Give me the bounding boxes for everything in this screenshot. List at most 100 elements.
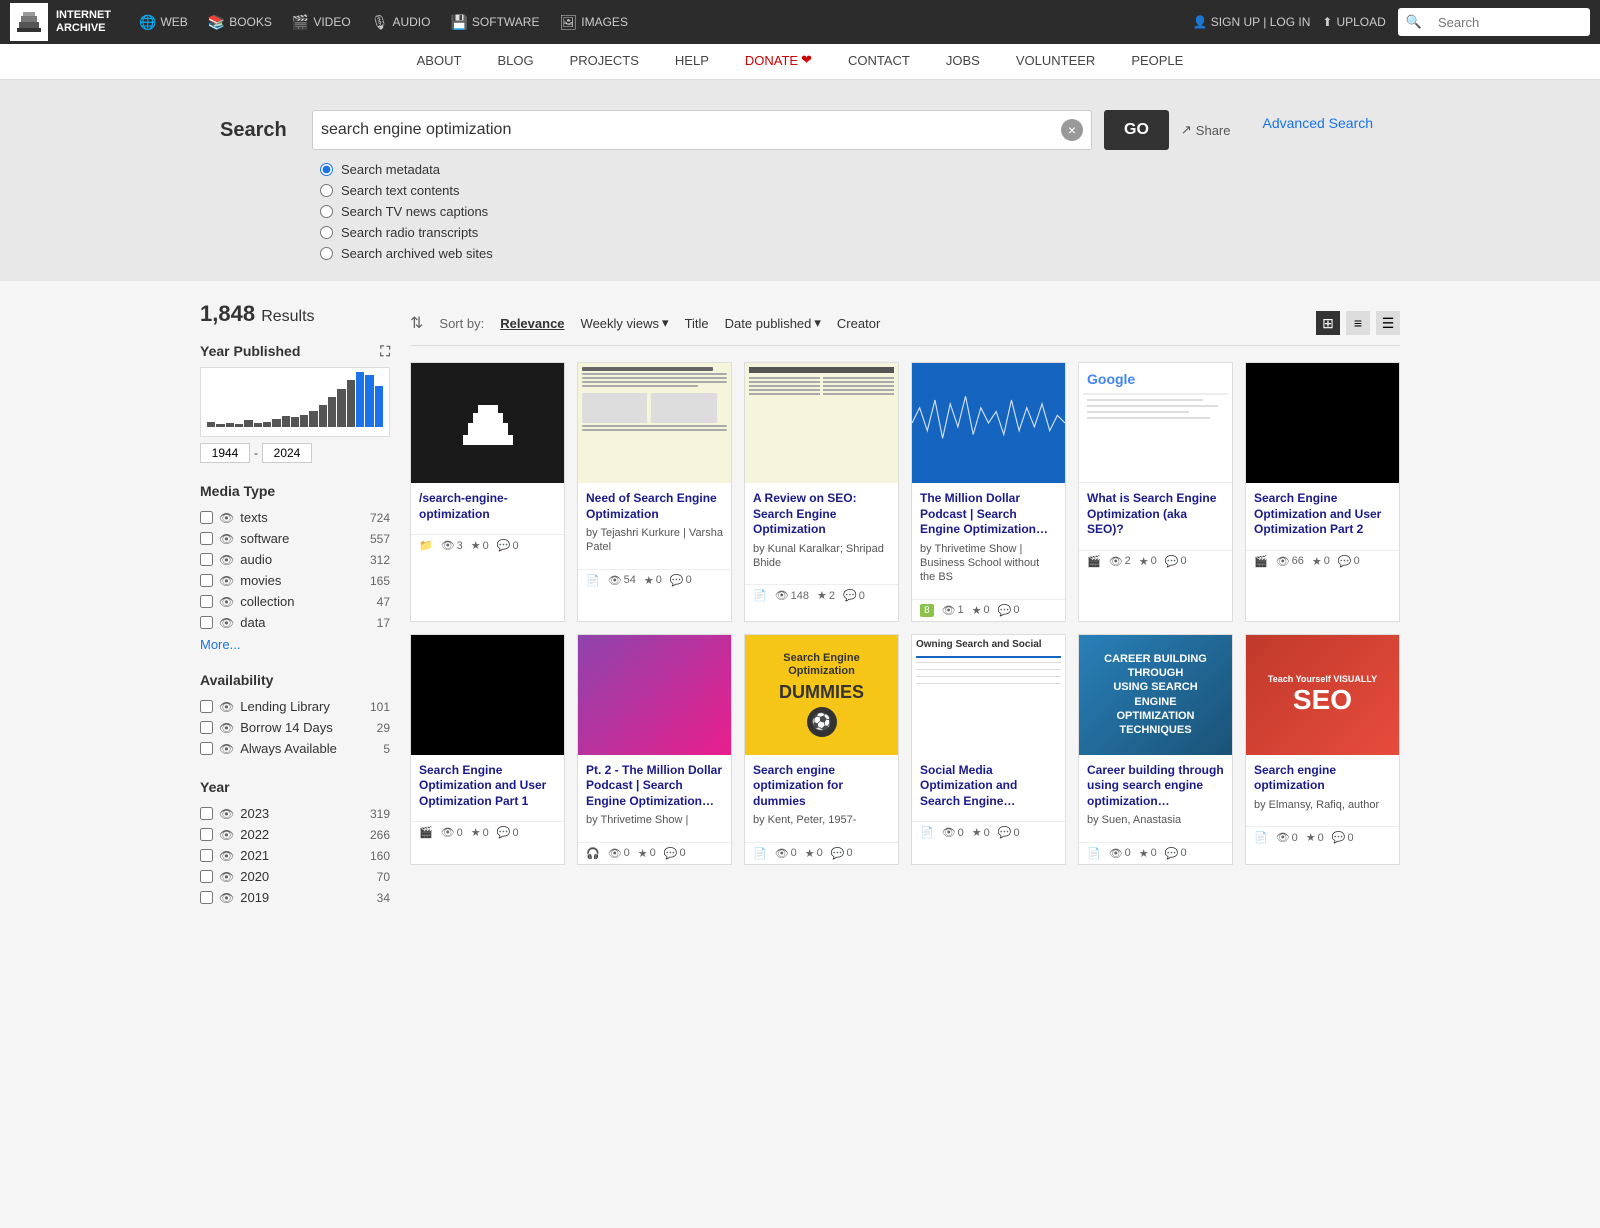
nav-audio[interactable]: 🎙 AUDIO (363, 10, 439, 35)
radio-radio[interactable]: Search radio transcripts (320, 225, 1380, 240)
filter-always: 👁 Always Available 5 (200, 738, 390, 759)
list-view-button[interactable]: ≡ (1346, 311, 1370, 335)
year-to-input[interactable] (262, 443, 312, 463)
nav-software[interactable]: 💾 SOFTWARE (442, 10, 547, 35)
checkbox-audio[interactable] (200, 553, 213, 566)
checkbox-movies[interactable] (200, 574, 213, 587)
subnav-contact[interactable]: CONTACT (830, 44, 928, 80)
card-footer-1: 📄 👁 54 ★ 0 💬 0 (578, 569, 731, 591)
views-2: 👁 148 (775, 589, 809, 602)
checkbox-2022[interactable] (200, 828, 213, 841)
subnav-help[interactable]: HELP (657, 44, 727, 80)
year-filter-title: Year Published ⛶ (200, 343, 390, 359)
sort-creator[interactable]: Creator (837, 316, 880, 331)
subnav-about[interactable]: ABOUT (399, 44, 480, 80)
favs-10: ★ 0 (1139, 847, 1157, 860)
result-card-6[interactable]: Search Engine Optimization and User Opti… (410, 634, 565, 865)
auth-link[interactable]: 👤 SIGN UP | LOG IN (1193, 15, 1311, 29)
user-icon: 👤 (1193, 15, 1208, 29)
sort-weekly[interactable]: Weekly views ▾ (581, 315, 669, 331)
sort-title[interactable]: Title (685, 316, 709, 331)
radio-tv[interactable]: Search TV news captions (320, 204, 1380, 219)
result-card-9[interactable]: Owning Search and Social Social Media Op… (911, 634, 1066, 865)
checkbox-texts[interactable] (200, 511, 213, 524)
card-thumb-9: Owning Search and Social (912, 635, 1065, 755)
card-thumb-5 (1246, 363, 1399, 483)
audio-icon: 🎙 (371, 14, 389, 31)
nav-books[interactable]: 📚 BOOKS (200, 10, 280, 35)
filter-2021: 👁 2021 160 (200, 845, 390, 866)
radio-metadata[interactable]: Search metadata (320, 162, 1380, 177)
views-10: 👁 0 (1109, 847, 1131, 860)
result-card-7[interactable]: Pt. 2 - The Million Dollar Podcast | Sea… (577, 634, 732, 865)
filter-movies: 👁 movies 165 (200, 570, 390, 591)
comment-icon-9: 💬 (998, 826, 1012, 839)
subnav-donate[interactable]: DONATE ❤ (727, 44, 830, 80)
google-thumb-4: Google (1079, 363, 1232, 482)
go-button[interactable]: GO (1104, 110, 1169, 150)
result-card-4[interactable]: Google What is Search Engine Optimizatio… (1078, 362, 1233, 622)
grid-view-button[interactable]: ⊞ (1316, 311, 1340, 335)
result-card-10[interactable]: CAREER BUILDINGTHROUGHUSING SEARCHENGINE… (1078, 634, 1233, 865)
comments-1: 💬 0 (670, 574, 692, 587)
sort-date[interactable]: Date published ▾ (725, 315, 821, 331)
share-button[interactable]: ↗ Share (1181, 122, 1231, 138)
subnav-people[interactable]: PEOPLE (1113, 44, 1201, 80)
subnav-volunteer[interactable]: VOLUNTEER (998, 44, 1113, 80)
radio-text[interactable]: Search text contents (320, 183, 1380, 198)
card-footer-8: 📄 👁 0 ★ 0 💬 0 (745, 842, 898, 864)
checkbox-2021[interactable] (200, 849, 213, 862)
checkbox-data[interactable] (200, 616, 213, 629)
result-card-1[interactable]: Need of Search Engine Optimization by Te… (577, 362, 732, 622)
subnav-projects[interactable]: PROJECTS (552, 44, 657, 80)
comments-4: 💬 0 (1165, 555, 1187, 568)
checkbox-collection[interactable] (200, 595, 213, 608)
radio-web[interactable]: Search archived web sites (320, 246, 1380, 261)
sort-relevance[interactable]: Relevance (500, 316, 564, 331)
logo[interactable]: INTERNET ARCHIVE (10, 3, 111, 41)
search-input[interactable] (321, 121, 1061, 139)
card-author-2: by Kunal Karalkar; Shripad Bhide (753, 542, 890, 571)
star-icon-5: ★ (1312, 555, 1322, 568)
nav-images[interactable]: 🖼 IMAGES (551, 10, 635, 35)
top-search-input[interactable] (1430, 15, 1590, 30)
result-card-2[interactable]: A Review on SEO: Search Engine Optimizat… (744, 362, 899, 622)
advanced-search-link[interactable]: Advanced Search (1263, 115, 1374, 131)
comment-icon-2: 💬 (843, 589, 857, 602)
clear-button[interactable]: × (1061, 119, 1083, 141)
views-11: 👁 0 (1276, 831, 1298, 844)
upload-link[interactable]: ⬆ UPLOAD (1322, 15, 1385, 29)
checkbox-lending[interactable] (200, 700, 213, 713)
year-from-input[interactable] (200, 443, 250, 463)
bar-2 (226, 423, 234, 427)
nav-web[interactable]: 🌐 WEB (131, 10, 196, 35)
card-title-8: Search engine optimization for dummies (753, 763, 890, 810)
texts-icon-10: 📄 (1087, 847, 1101, 860)
card-title-5: Search Engine Optimization and User Opti… (1254, 491, 1391, 538)
subnav-jobs[interactable]: JOBS (928, 44, 998, 80)
bar-10 (300, 415, 308, 427)
expand-icon[interactable]: ⛶ (380, 343, 390, 360)
checkbox-always[interactable] (200, 742, 213, 755)
results-count: 1,848 Results (200, 301, 390, 327)
result-card-8[interactable]: Search Engine Optimization DUMMIES ⚽ Sea… (744, 634, 899, 865)
dropdown-icon-date: ▾ (814, 315, 821, 331)
result-card-3[interactable]: The Million Dollar Podcast | Search Engi… (911, 362, 1066, 622)
nav-video[interactable]: 🎬 VIDEO (284, 10, 359, 35)
result-card-5[interactable]: Search Engine Optimization and User Opti… (1245, 362, 1400, 622)
social-thumb-9: Owning Search and Social (912, 635, 1065, 755)
checkbox-2019[interactable] (200, 891, 213, 904)
search-row: Search × GO ↗ Share Advanced Search (220, 110, 1380, 150)
card-title-3: The Million Dollar Podcast | Search Engi… (920, 491, 1057, 538)
subnav-blog[interactable]: BLOG (479, 44, 551, 80)
result-card-0[interactable]: /search-engine-optimization 📁 👁 3 ★ 0 💬 … (410, 362, 565, 622)
checkbox-2020[interactable] (200, 870, 213, 883)
checkbox-software[interactable] (200, 532, 213, 545)
checkbox-2023[interactable] (200, 807, 213, 820)
detail-view-button[interactable]: ☰ (1376, 311, 1400, 335)
media-type-more[interactable]: More... (200, 637, 390, 652)
result-card-11[interactable]: Teach Yourself VISUALLY SEO Search engin… (1245, 634, 1400, 865)
checkbox-borrow14[interactable] (200, 721, 213, 734)
paper-thumb-2 (745, 363, 898, 483)
bar-14 (337, 389, 345, 428)
